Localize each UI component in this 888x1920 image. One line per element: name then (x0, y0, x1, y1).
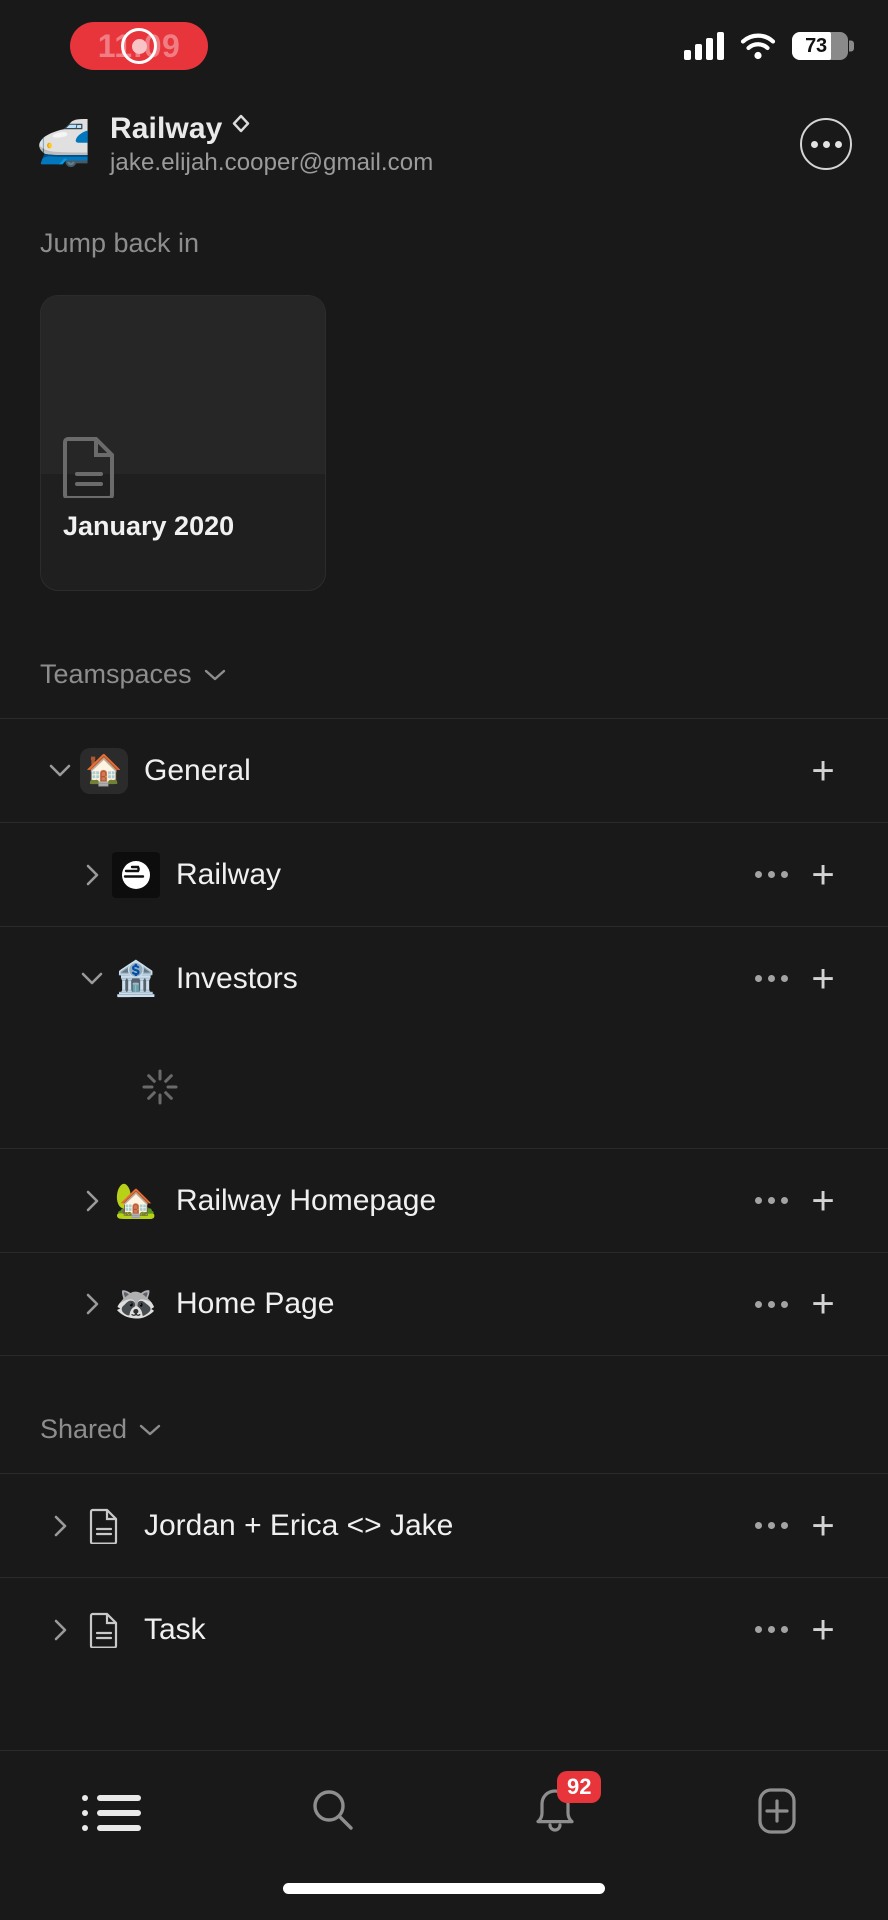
sidebar-item-label: Railway (176, 857, 282, 891)
sidebar-item-label: Task (144, 1612, 206, 1646)
status-bar: 11:09 73 (0, 0, 888, 92)
sidebar-item-label: Jordan + Erica <> Jake (144, 1508, 454, 1542)
page-icon-investors: 🏦 (114, 959, 158, 998)
teamspaces-header[interactable]: Teamspaces (0, 659, 888, 690)
add-page-button[interactable]: + (798, 959, 848, 999)
app-screen: 11:09 73 🚅 Railway (0, 0, 888, 1920)
sidebar-item-label: Home Page (176, 1287, 335, 1320)
jump-back-in-cards: January 2020 (0, 259, 888, 591)
chevron-right-icon[interactable] (40, 1618, 80, 1642)
shared-list: Jordan + Erica <> Jake + Task + (0, 1473, 888, 1681)
chevron-down-icon[interactable] (72, 971, 112, 986)
sidebar-item-railway[interactable]: Railway + (0, 822, 888, 926)
home-tab[interactable] (0, 1777, 222, 1849)
workspace-icon: 🚅 (36, 119, 91, 168)
add-page-button[interactable]: + (798, 1610, 848, 1650)
add-page-button[interactable]: + (798, 1181, 848, 1221)
chevron-right-icon[interactable] (40, 1514, 80, 1538)
row-more-button[interactable] (744, 871, 798, 878)
sidebar-item-label: General (144, 753, 251, 787)
row-more-button[interactable] (744, 1197, 798, 1204)
document-icon (63, 436, 117, 503)
chevron-down-icon[interactable] (204, 662, 226, 688)
sidebar-item-label: Investors (176, 961, 298, 995)
card-title: January 2020 (63, 511, 235, 541)
sidebar-item-label: Railway Homepage (176, 1183, 437, 1217)
jump-back-in-header: Jump back in (0, 228, 888, 259)
shared-label: Shared (40, 1414, 128, 1444)
chevron-right-icon[interactable] (72, 1189, 112, 1213)
sidebar-item-task[interactable]: Task + (0, 1577, 888, 1681)
inbox-tab[interactable]: 92 (444, 1771, 666, 1849)
new-page-tab[interactable] (666, 1777, 888, 1849)
search-tab[interactable] (222, 1777, 444, 1849)
chevron-down-icon[interactable] (139, 1417, 161, 1443)
account-email: jake.elijah.cooper@gmail.com (110, 148, 434, 176)
loading-spinner-row (0, 1030, 888, 1148)
battery-indicator: 73 (792, 32, 848, 60)
chevron-right-icon[interactable] (72, 1292, 112, 1316)
chevron-up-down-icon[interactable] (232, 114, 250, 144)
add-page-button[interactable]: + (798, 751, 848, 791)
teamspaces-list: 🏠 General + Railway + 🏦 Investors + 🏡 Ra… (0, 718, 888, 1356)
bottom-tab-bar: 92 (0, 1750, 888, 1920)
sidebar-item-investors[interactable]: 🏦 Investors + (0, 926, 888, 1030)
sidebar-item-railway-homepage[interactable]: 🏡 Railway Homepage + (0, 1148, 888, 1252)
cellular-signal-icon (684, 32, 724, 60)
home-indicator (283, 1883, 605, 1894)
page-icon-railway-homepage: 🏡 (114, 1181, 158, 1220)
bulleted-list-icon (81, 1795, 141, 1831)
workspace-name: Railway (110, 111, 223, 145)
row-more-button[interactable] (744, 975, 798, 982)
record-indicator-icon (121, 28, 157, 64)
wifi-icon (740, 32, 776, 60)
railway-logo-icon (112, 851, 160, 898)
add-page-button[interactable]: + (798, 1284, 848, 1324)
search-icon (307, 1785, 359, 1842)
plus-square-icon (752, 1785, 802, 1842)
sidebar-content: Jump back in January 2020 Teamspaces 🏠 G… (0, 196, 888, 1750)
add-page-button[interactable]: + (798, 1506, 848, 1546)
status-bar-indicators: 73 (684, 32, 848, 60)
chevron-right-icon[interactable] (72, 863, 112, 887)
document-icon (80, 1612, 128, 1648)
workspace-info[interactable]: Railway jake.elijah.cooper@gmail.com (110, 112, 800, 177)
shared-header[interactable]: Shared (0, 1414, 888, 1445)
teamspace-icon-general: 🏠 (80, 747, 128, 794)
document-icon (80, 1508, 128, 1544)
recording-time-pill[interactable]: 11:09 (70, 22, 208, 70)
add-page-button[interactable]: + (798, 855, 848, 895)
row-more-button[interactable] (744, 1522, 798, 1529)
sidebar-item-home-page[interactable]: 🦝 Home Page + (0, 1252, 888, 1356)
teamspaces-label: Teamspaces (40, 659, 192, 689)
chevron-down-icon[interactable] (40, 763, 80, 778)
jump-back-in-label: Jump back in (40, 228, 200, 258)
sidebar-item-general[interactable]: 🏠 General + (0, 718, 888, 822)
notification-badge: 92 (557, 1771, 602, 1803)
battery-level: 73 (805, 34, 827, 57)
sidebar-item-jordan-erica-jake[interactable]: Jordan + Erica <> Jake + (0, 1473, 888, 1577)
row-more-button[interactable] (744, 1626, 798, 1633)
page-icon-home-page: 🦝 (114, 1285, 158, 1323)
row-more-button[interactable] (744, 1300, 798, 1308)
loading-spinner (140, 1067, 180, 1112)
jump-back-in-card[interactable]: January 2020 (40, 295, 326, 591)
more-options-button[interactable] (800, 118, 852, 170)
workspace-header[interactable]: 🚅 Railway jake.elijah.cooper@gmail.com (0, 98, 888, 190)
